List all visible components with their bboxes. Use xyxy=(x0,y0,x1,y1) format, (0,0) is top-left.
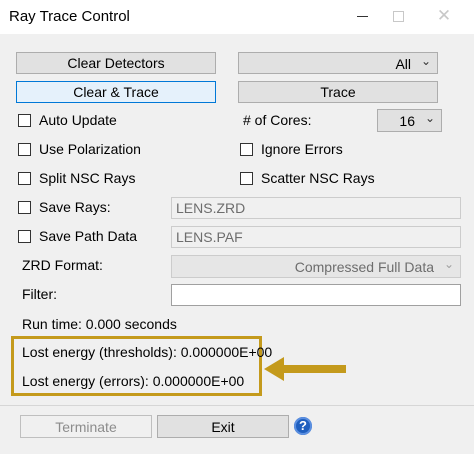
scatter-nsc-rays-label: Scatter NSC Rays xyxy=(261,170,375,186)
auto-update-checkbox[interactable]: Auto Update xyxy=(18,112,117,128)
footer-separator xyxy=(0,405,474,406)
use-polarization-checkbox[interactable]: Use Polarization xyxy=(18,141,141,157)
split-nsc-rays-checkbox[interactable]: Split NSC Rays xyxy=(18,170,135,186)
help-icon[interactable]: ? xyxy=(294,417,312,435)
save-rays-label: Save Rays: xyxy=(39,199,111,215)
save-path-data-label: Save Path Data xyxy=(39,228,138,244)
use-polarization-checkbox-box[interactable] xyxy=(18,142,31,156)
save-path-data-checkbox-box[interactable] xyxy=(18,229,31,243)
ignore-errors-label: Ignore Errors xyxy=(261,141,343,157)
close-icon: ✕ xyxy=(436,6,452,25)
scatter-nsc-rays-checkbox[interactable]: Scatter NSC Rays xyxy=(240,170,375,186)
maximize-icon xyxy=(392,11,404,22)
cores-dropdown-value: 16 xyxy=(399,113,415,129)
cores-label: # of Cores: xyxy=(243,112,312,128)
window-title: Ray Trace Control xyxy=(9,8,130,25)
auto-update-checkbox-box[interactable] xyxy=(18,113,31,127)
close-button: ✕ xyxy=(432,5,456,27)
annotation-arrow-icon xyxy=(264,357,346,381)
title-bar: Ray Trace Control ✕ xyxy=(0,0,474,34)
maximize-button xyxy=(386,5,410,27)
lost-energy-thresholds-text: Lost energy (thresholds): 0.000000E+00 xyxy=(22,344,273,360)
filter-input[interactable] xyxy=(171,284,461,306)
filter-label: Filter: xyxy=(22,286,57,302)
exit-button[interactable]: Exit xyxy=(157,415,289,438)
split-nsc-rays-label: Split NSC Rays xyxy=(39,170,136,186)
clear-detectors-button[interactable]: Clear Detectors xyxy=(16,52,216,74)
run-time-text: Run time: 0.000 seconds xyxy=(22,316,177,332)
zrd-format-label: ZRD Format: xyxy=(22,257,103,273)
save-rays-checkbox-box[interactable] xyxy=(18,200,31,214)
terminate-button: Terminate xyxy=(20,415,152,438)
minimize-icon xyxy=(356,16,368,17)
cores-dropdown[interactable]: 16 ⌄ xyxy=(377,109,442,132)
save-path-data-checkbox[interactable]: Save Path Data xyxy=(18,228,137,244)
save-rays-checkbox[interactable]: Save Rays: xyxy=(18,199,111,215)
save-path-filename-field: LENS.PAF xyxy=(171,226,461,248)
split-nsc-rays-checkbox-box[interactable] xyxy=(18,171,31,185)
detector-dropdown[interactable]: All ⌄ xyxy=(238,52,438,74)
scatter-nsc-rays-checkbox-box[interactable] xyxy=(240,171,253,185)
zrd-format-dropdown: Compressed Full Data ⌄ xyxy=(171,255,461,278)
auto-update-label: Auto Update xyxy=(39,112,117,128)
chevron-down-icon: ⌄ xyxy=(420,54,431,68)
chevron-down-icon: ⌄ xyxy=(443,257,454,271)
minimize-button[interactable] xyxy=(350,5,374,27)
clear-and-trace-button[interactable]: Clear & Trace xyxy=(16,81,216,103)
save-rays-filename-field: LENS.ZRD xyxy=(171,197,461,219)
use-polarization-label: Use Polarization xyxy=(39,141,141,157)
ignore-errors-checkbox-box[interactable] xyxy=(240,142,253,156)
ignore-errors-checkbox[interactable]: Ignore Errors xyxy=(240,141,343,157)
zrd-format-dropdown-value: Compressed Full Data xyxy=(294,259,434,275)
chevron-down-icon: ⌄ xyxy=(424,111,435,125)
lost-energy-errors-text: Lost energy (errors): 0.000000E+00 xyxy=(22,373,245,389)
trace-button[interactable]: Trace xyxy=(238,81,438,103)
detector-dropdown-value: All xyxy=(395,56,411,72)
